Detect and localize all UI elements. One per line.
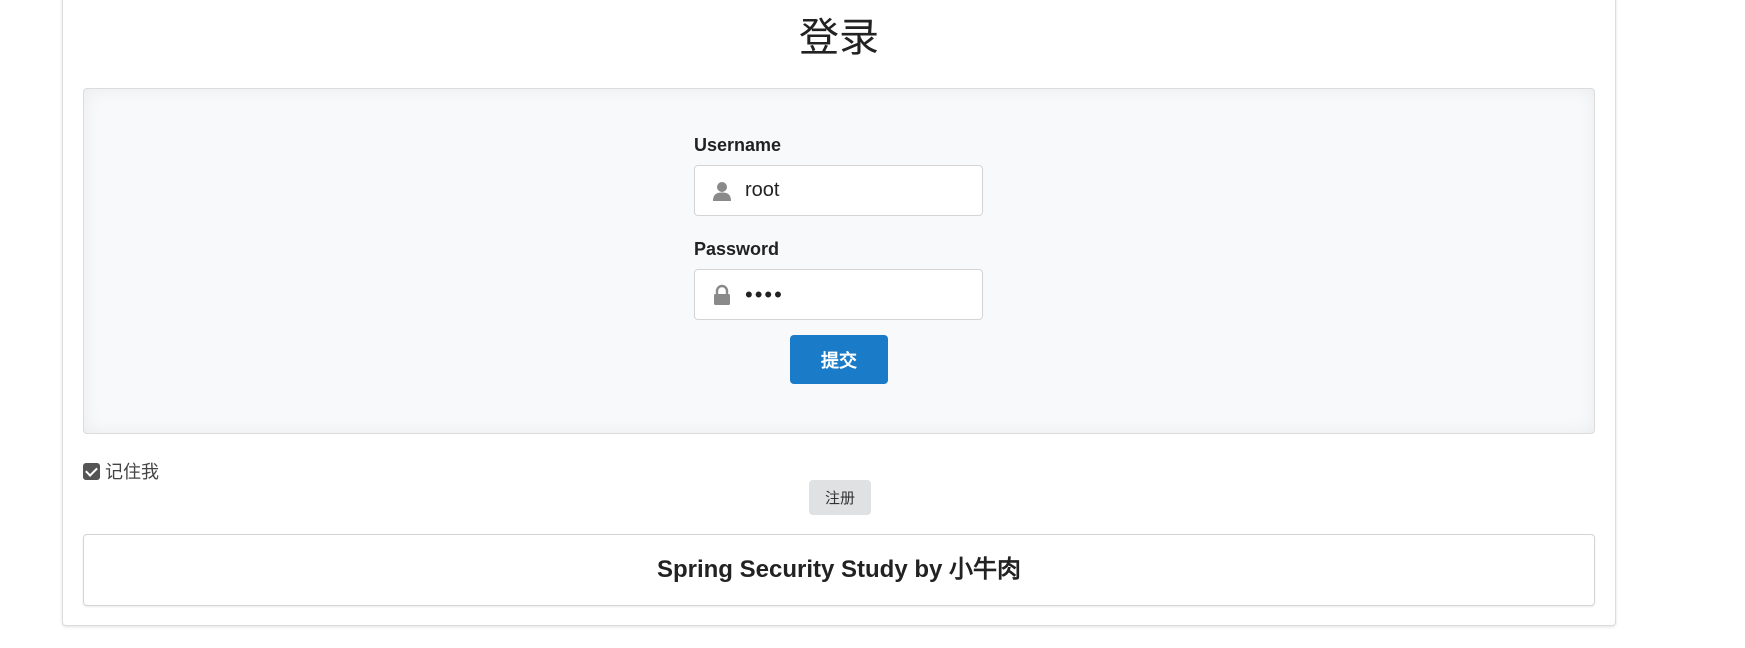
remember-me[interactable]: 记住我 — [83, 458, 159, 484]
register-button[interactable]: 注册 — [809, 480, 871, 515]
password-input[interactable] — [745, 270, 975, 319]
page-title: 登录 — [799, 15, 879, 61]
lock-icon — [711, 284, 733, 306]
user-icon — [711, 180, 733, 202]
password-label: Password — [694, 239, 780, 259]
username-field[interactable] — [694, 165, 983, 216]
remember-checkbox[interactable] — [83, 462, 100, 480]
login-form: Username Password 提交 — [83, 88, 1595, 434]
submit-button[interactable]: 提交 — [790, 335, 888, 384]
footer-banner: Spring Security Study by 小牛肉 — [83, 534, 1595, 606]
remember-label: 记住我 — [105, 462, 159, 483]
password-field[interactable] — [694, 269, 983, 320]
username-label: Username — [694, 135, 782, 155]
login-card: 登录 Username Password 提交 — [62, 0, 1616, 626]
username-input[interactable] — [745, 166, 975, 215]
